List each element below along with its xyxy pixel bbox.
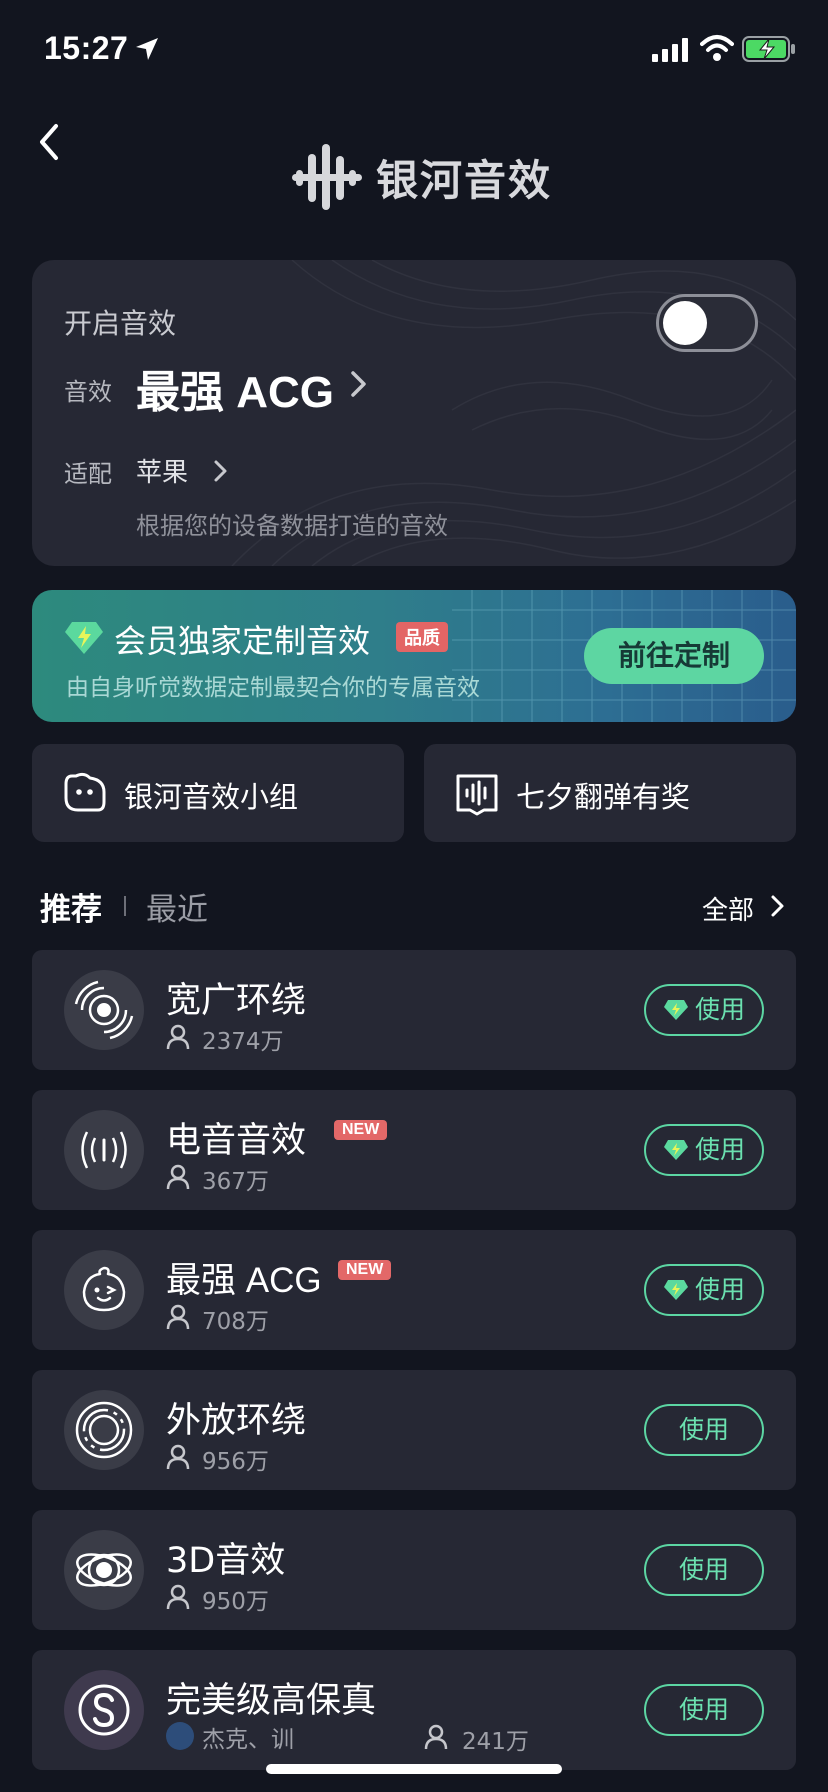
new-badge: NEW (338, 1260, 392, 1280)
list-item[interactable]: 宽广环绕 2374万 使用 (32, 950, 796, 1070)
list-item[interactable]: 外放环绕 956万 使用 (32, 1370, 796, 1490)
use-button-label: 使用 (694, 995, 745, 1024)
home-indicator[interactable] (266, 1764, 562, 1774)
vip-diamond-icon (663, 1280, 688, 1300)
electronic-icon (81, 1131, 127, 1169)
location-arrow-icon (136, 38, 158, 60)
use-button-label: 使用 (694, 1275, 745, 1304)
logo-waveform-icon (292, 144, 362, 210)
use-button[interactable]: 使用 (644, 984, 764, 1036)
chevron-right-icon[interactable] (212, 458, 230, 484)
vip-diamond-icon (663, 1000, 688, 1020)
use-button-label: 使用 (694, 1135, 745, 1164)
tab-divider (124, 896, 126, 916)
use-button[interactable]: 使用 (644, 1684, 764, 1736)
effect-avatar (64, 1110, 144, 1190)
user-count: 2374万 (202, 1029, 284, 1055)
go-customize-button[interactable]: 前往定制 (584, 628, 764, 684)
user-count: 708万 (202, 1309, 269, 1335)
use-button[interactable]: 使用 (644, 1264, 764, 1316)
effect-name: 电音音效 (166, 1121, 307, 1161)
user-count: 956万 (202, 1449, 269, 1475)
list-item[interactable]: 完美级高保真 杰克、训 241万 使用 (32, 1650, 796, 1770)
current-effect-value[interactable]: 最强 ACG (136, 356, 334, 420)
effect-avatar (64, 1670, 144, 1750)
use-button[interactable]: 使用 (644, 1124, 764, 1176)
status-time: 15:27 (44, 30, 129, 66)
effect-avatar (64, 1390, 144, 1470)
effect-name: 最强 ACG (166, 1261, 322, 1300)
effect-toggle[interactable] (656, 294, 758, 352)
toggle-knob (663, 301, 707, 345)
user-icon (166, 1164, 190, 1190)
vip-subtitle: 由自身听觉数据定制最契合你的专属音效 (66, 675, 480, 701)
cellular-signal-icon (652, 38, 688, 62)
app-screen: 15:27 银河音效 开启音效 音效 最强 ACG 适配 苹果 根据您的设备数据… (0, 0, 828, 1792)
user-count: 950万 (202, 1589, 269, 1615)
adapt-label: 适配 (64, 460, 112, 488)
effect-avatar (64, 1250, 144, 1330)
effect-name: 完美级高保真 (166, 1681, 377, 1721)
enable-effect-label: 开启音效 (64, 307, 177, 340)
orbit-3d-icon (76, 1553, 132, 1587)
effect-name: 3D音效 (166, 1541, 286, 1581)
vip-diamond-icon (663, 1140, 688, 1160)
vip-custom-banner[interactable]: 会员独家定制音效 品质 由自身听觉数据定制最契合你的专属音效 前往定制 (32, 590, 796, 722)
status-bar: 15:27 (0, 0, 828, 100)
hifi-s-icon (78, 1684, 130, 1736)
user-icon (166, 1584, 190, 1610)
use-button[interactable]: 使用 (644, 1404, 764, 1456)
author-name: 杰克、训 (202, 1727, 294, 1753)
user-count: 241万 (462, 1729, 529, 1755)
user-icon (424, 1724, 448, 1750)
vip-title: 会员独家定制音效 (114, 622, 371, 660)
user-count: 367万 (202, 1169, 269, 1195)
list-item[interactable]: 电音音效 NEW 367万 使用 (32, 1090, 796, 1210)
back-chevron-icon[interactable] (30, 120, 70, 164)
chevron-right-icon[interactable] (348, 368, 370, 400)
chat-bubble-icon (64, 772, 106, 812)
user-icon (166, 1304, 190, 1330)
surround-icon (74, 980, 134, 1040)
list-item[interactable]: 最强 ACG NEW 708万 使用 (32, 1230, 796, 1350)
see-all-link[interactable]: 全部 (702, 890, 754, 927)
waveform-icon (456, 774, 498, 816)
effect-avatar (64, 1530, 144, 1610)
use-button[interactable]: 使用 (644, 1544, 764, 1596)
effect-label: 音效 (64, 378, 112, 406)
quality-badge: 品质 (396, 622, 448, 652)
battery-charging-icon (742, 36, 795, 62)
new-badge: NEW (334, 1120, 388, 1140)
entry-galaxy-group[interactable]: 银河音效小组 (32, 744, 404, 842)
tab-recent[interactable]: 最近 (146, 884, 208, 929)
effect-name: 外放环绕 (166, 1401, 307, 1441)
entry-label: 银河音效小组 (124, 780, 299, 814)
author-avatar (166, 1722, 194, 1750)
effect-description: 根据您的设备数据打造的音效 (136, 512, 448, 540)
logo-text: 银河音效 (376, 155, 553, 205)
tab-recommend[interactable]: 推荐 (40, 884, 102, 929)
app-logo: 银河音效 (292, 142, 552, 212)
user-icon (166, 1024, 190, 1050)
entry-label: 七夕翻弹有奖 (516, 780, 691, 814)
chevron-right-icon[interactable] (770, 894, 786, 918)
wifi-icon (700, 35, 734, 61)
effect-name: 宽广环绕 (166, 981, 307, 1021)
acg-face-icon (82, 1266, 126, 1312)
user-icon (166, 1444, 190, 1470)
effect-avatar (64, 970, 144, 1050)
sound-effect-card: 开启音效 音效 最强 ACG 适配 苹果 根据您的设备数据打造的音效 (32, 260, 796, 566)
adapt-device-value[interactable]: 苹果 (136, 452, 188, 489)
entry-qixi-event[interactable]: 七夕翻弹有奖 (424, 744, 796, 842)
vip-diamond-icon (65, 622, 103, 654)
list-item[interactable]: 3D音效 950万 使用 (32, 1510, 796, 1630)
speaker-surround-icon (75, 1401, 133, 1459)
